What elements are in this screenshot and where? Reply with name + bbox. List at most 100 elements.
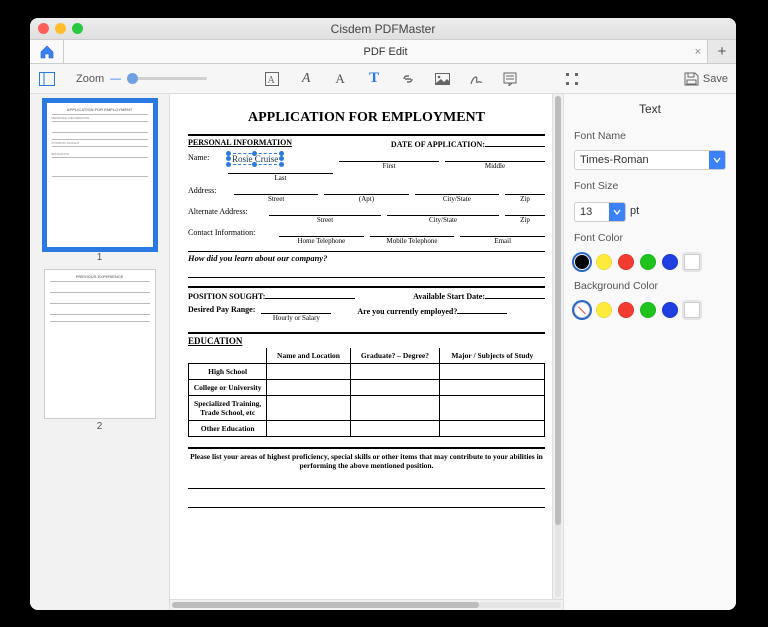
- window-title: Cisdem PDFMaster: [30, 22, 736, 36]
- sublabel: Zip: [505, 216, 545, 224]
- chevron-down-icon: [609, 203, 625, 221]
- section-heading: POSITION SOUGHT:: [188, 292, 265, 301]
- font-name-value: Times-Roman: [575, 154, 709, 166]
- table-header: [189, 348, 267, 364]
- zoom-slider[interactable]: [127, 77, 207, 80]
- field-label: Are you currently employed?: [357, 307, 457, 316]
- sublabel: Street: [234, 195, 318, 203]
- sublabel: Last: [228, 174, 333, 182]
- font-color-swatches: [574, 254, 726, 270]
- sublabel: City/State: [415, 195, 499, 203]
- save-label: Save: [703, 73, 728, 85]
- thumbnail-page-2[interactable]: PREVIOUS EXPERIENCE 2: [36, 269, 163, 432]
- thumbnail-page-number: 2: [36, 421, 163, 432]
- color-swatch-none[interactable]: [574, 302, 590, 318]
- sublabel: (Apt): [324, 195, 408, 203]
- field-label: How did you learn about our company?: [188, 253, 545, 263]
- table-header: Graduate? – Degree?: [350, 348, 439, 364]
- color-swatch-red[interactable]: [618, 254, 634, 270]
- signature-icon[interactable]: [465, 68, 487, 90]
- sublabel: Hourly or Salary: [261, 314, 331, 322]
- color-swatch-custom[interactable]: [684, 254, 700, 270]
- color-swatch-black[interactable]: [574, 254, 590, 270]
- color-swatch-red[interactable]: [618, 302, 634, 318]
- pt-label: pt: [630, 205, 639, 217]
- selection-icon[interactable]: [561, 68, 583, 90]
- field-label: Desired Pay Range:: [188, 305, 255, 314]
- section-heading: PERSONAL INFORMATION: [188, 138, 292, 147]
- document-page[interactable]: APPLICATION FOR EMPLOYMENT PERSONAL INFO…: [176, 100, 557, 516]
- color-swatch-yellow[interactable]: [596, 254, 612, 270]
- field-label: Alternate Address:: [188, 207, 263, 224]
- sublabel: First: [339, 162, 439, 170]
- field-label: DATE OF APPLICATION:: [391, 140, 485, 149]
- color-swatch-green[interactable]: [640, 254, 656, 270]
- color-swatch-blue[interactable]: [662, 254, 678, 270]
- color-swatch-yellow[interactable]: [596, 302, 612, 318]
- font-name-select[interactable]: Times-Roman: [574, 150, 726, 170]
- sublabel: Home Telephone: [279, 237, 364, 245]
- document-area: APPLICATION FOR EMPLOYMENT PERSONAL INFO…: [170, 94, 564, 610]
- table-row: Specialized Training, Trade School, etc: [189, 396, 545, 421]
- sublabel: Mobile Telephone: [370, 237, 455, 245]
- bg-color-swatches: [574, 302, 726, 318]
- save-button[interactable]: Save: [684, 72, 728, 86]
- doc-title: APPLICATION FOR EMPLOYMENT: [188, 110, 545, 126]
- horizontal-scrollbar[interactable]: [170, 599, 563, 610]
- thumbnail-panel: APPLICATION FOR EMPLOYMENTPERSONAL INFOR…: [30, 94, 170, 610]
- table-header: Major / Subjects of Study: [440, 348, 545, 364]
- color-swatch-green[interactable]: [640, 302, 656, 318]
- tab-bar: PDF Edit × +: [30, 40, 736, 64]
- tab-close-icon[interactable]: ×: [695, 46, 701, 58]
- sublabel: City/State: [387, 216, 499, 224]
- chevron-down-icon: [709, 151, 725, 169]
- font-name-label: Font Name: [574, 130, 726, 142]
- table-header: Name and Location: [267, 348, 350, 364]
- field-label: Address:: [188, 186, 228, 203]
- app-window: Cisdem PDFMaster PDF Edit × + Zoom — A A…: [30, 18, 736, 610]
- field-label: Name:: [188, 153, 222, 182]
- tab-document[interactable]: PDF Edit ×: [64, 40, 708, 63]
- sublabel: Middle: [445, 162, 545, 170]
- text-selection-box[interactable]: Rosie Cruise: [228, 153, 282, 165]
- sublabel: Street: [269, 216, 381, 224]
- field-label: Contact Information:: [188, 228, 273, 245]
- font-size-label: Font Size: [574, 180, 726, 192]
- instruction-text: Please list your areas of highest profic…: [188, 447, 545, 470]
- document-scroll[interactable]: APPLICATION FOR EMPLOYMENT PERSONAL INFO…: [170, 94, 563, 610]
- zoom-label: Zoom: [76, 73, 104, 85]
- font-color-label: Font Color: [574, 232, 726, 244]
- italic-icon[interactable]: A: [295, 68, 317, 90]
- sidebar-toggle-icon[interactable]: [36, 68, 58, 90]
- text-style-icon[interactable]: A: [261, 68, 283, 90]
- table-row: Other Education: [189, 421, 545, 437]
- font-size-value: 13: [575, 206, 609, 218]
- color-swatch-blue[interactable]: [662, 302, 678, 318]
- text-tool-icon[interactable]: T: [363, 68, 385, 90]
- bg-color-label: Background Color: [574, 280, 726, 292]
- education-table: Name and Location Graduate? – Degree? Ma…: [188, 348, 545, 437]
- tab-label: PDF Edit: [363, 46, 407, 58]
- vertical-scrollbar[interactable]: [552, 94, 563, 599]
- home-button[interactable]: [30, 40, 64, 63]
- sublabel: Email: [460, 237, 545, 245]
- content-area: APPLICATION FOR EMPLOYMENT PERSONAL INFOR…: [30, 94, 736, 610]
- field-label: Available Start Date:: [413, 292, 485, 301]
- titlebar: Cisdem PDFMaster: [30, 18, 736, 40]
- thumbnail-page-1[interactable]: APPLICATION FOR EMPLOYMENTPERSONAL INFOR…: [36, 100, 163, 263]
- link-icon[interactable]: [397, 68, 419, 90]
- color-swatch-custom[interactable]: [684, 302, 700, 318]
- svg-text:A: A: [268, 75, 276, 86]
- image-icon[interactable]: [431, 68, 453, 90]
- zoom-control[interactable]: Zoom —: [76, 73, 207, 85]
- thumbnail-page-number: 1: [36, 252, 163, 263]
- font-icon[interactable]: A: [329, 68, 351, 90]
- font-size-select[interactable]: 13: [574, 202, 626, 222]
- new-tab-button[interactable]: +: [708, 40, 736, 63]
- sublabel: Zip: [505, 195, 545, 203]
- properties-panel: Text Font Name Times-Roman Font Size 13 …: [564, 94, 736, 610]
- table-row: High School: [189, 364, 545, 380]
- note-icon[interactable]: [499, 68, 521, 90]
- toolbar: Zoom — A A A T Save: [30, 64, 736, 94]
- table-row: College or University: [189, 380, 545, 396]
